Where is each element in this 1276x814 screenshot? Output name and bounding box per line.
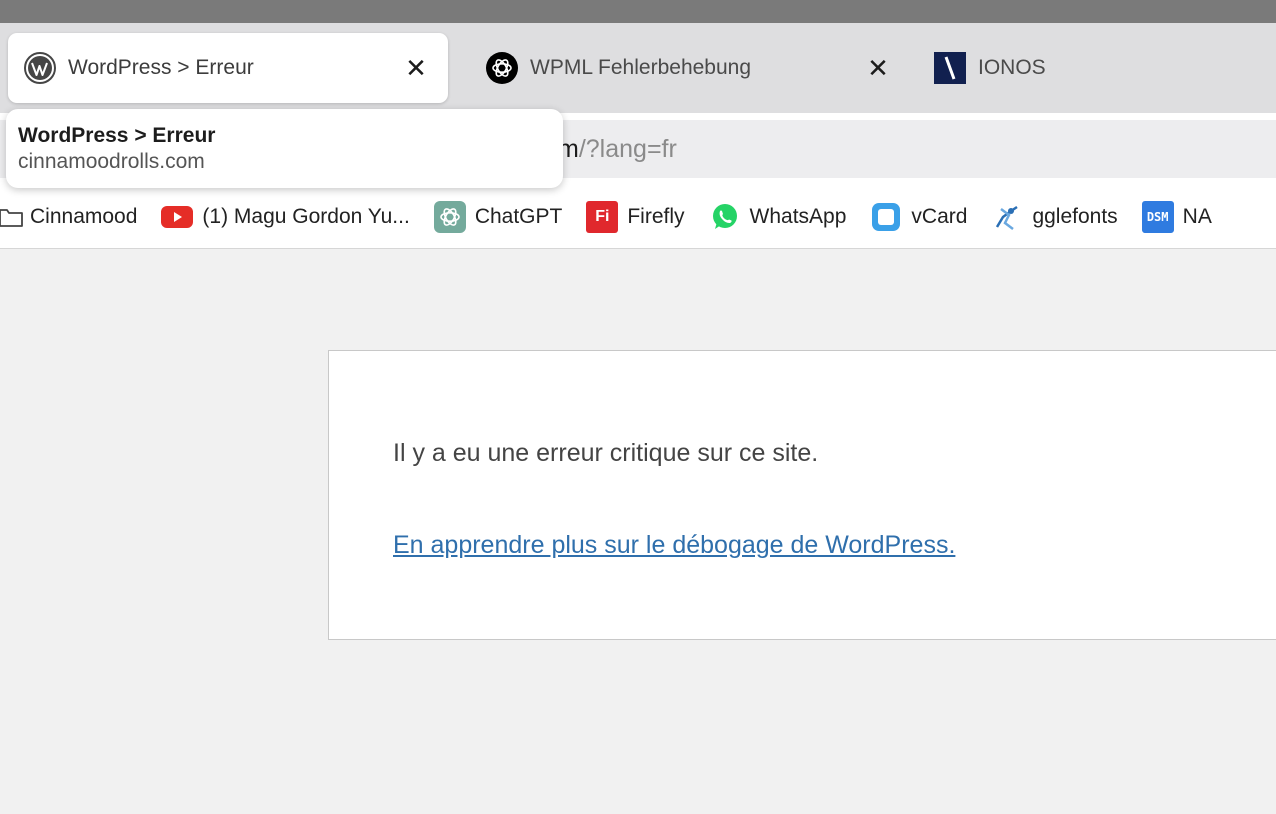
bookmark-whatsapp[interactable]: WhatsApp [709, 197, 847, 237]
chatgpt-icon [433, 200, 466, 233]
ionos-icon [934, 52, 966, 84]
hover-card-domain: cinnamoodrolls.com [18, 150, 205, 173]
bookmark-gglefonts[interactable]: gglefonts [991, 197, 1118, 237]
wordpress-icon [24, 52, 56, 84]
error-message: Il y a eu une erreur critique sur ce sit… [393, 439, 819, 467]
bookmark-firefly[interactable]: Fi Firefly [586, 197, 685, 237]
window-top-strip [0, 0, 1276, 23]
tab-title: WordPress > Erreur [68, 56, 254, 79]
bookmark-label: ChatGPT [474, 204, 563, 228]
tab-ionos[interactable]: IONOS [918, 33, 1276, 103]
openai-icon [486, 52, 518, 84]
hover-card-title: WordPress > Erreur [18, 124, 216, 147]
tab-wordpress-erreur[interactable]: WordPress > Erreur ✕ [8, 33, 448, 103]
bookmark-dsm[interactable]: DSM NA [1141, 197, 1212, 237]
bookmark-label: (1) Magu Gordon Yu... [202, 204, 410, 228]
bookmark-chatgpt[interactable]: ChatGPT [433, 197, 563, 237]
vcard-icon [870, 201, 902, 233]
error-box: Il y a eu une erreur critique sur ce sit… [328, 350, 1276, 640]
close-tab-icon[interactable]: ✕ [400, 52, 432, 84]
tab-title: WPML Fehlerbehebung [530, 56, 752, 79]
folder-icon [0, 201, 24, 233]
bookmark-vcard[interactable]: vCard [870, 197, 967, 237]
tab-hover-card: WordPress > Erreur cinnamoodrolls.com [6, 109, 563, 188]
dsm-icon: DSM [1141, 200, 1174, 233]
bookmarks-bar: Cinnamood (1) Magu Gordon Yu... ChatGPT … [0, 185, 1276, 249]
bookmark-youtube[interactable]: (1) Magu Gordon Yu... [161, 197, 410, 237]
youtube-icon [161, 201, 194, 233]
whatsapp-icon [709, 201, 741, 233]
bookmark-label: NA [1182, 204, 1212, 228]
gglefonts-icon [991, 201, 1023, 233]
close-tab-icon[interactable]: ✕ [862, 52, 894, 84]
page-content: Il y a eu une erreur critique sur ce sit… [0, 250, 1276, 814]
address-url: m/?lang=fr [558, 135, 677, 164]
tab-wpml-fehlerbehebung[interactable]: WPML Fehlerbehebung ✕ [470, 33, 910, 103]
bookmark-cinnamood[interactable]: Cinnamood [0, 197, 137, 237]
bookmark-label: Cinnamood [30, 204, 138, 228]
debugging-link[interactable]: En apprendre plus sur le débogage de Wor… [393, 531, 955, 560]
tab-bar: WordPress > Erreur ✕ WPML Fehlerbehebung… [0, 23, 1276, 113]
tab-title: IONOS [978, 56, 1046, 79]
url-path: /?lang=fr [578, 135, 677, 163]
bookmark-label: gglefonts [1032, 204, 1118, 228]
bookmark-label: WhatsApp [749, 204, 847, 228]
firefly-icon: Fi [586, 200, 619, 233]
bookmark-label: Firefly [627, 204, 685, 228]
bookmark-label: vCard [911, 204, 968, 228]
